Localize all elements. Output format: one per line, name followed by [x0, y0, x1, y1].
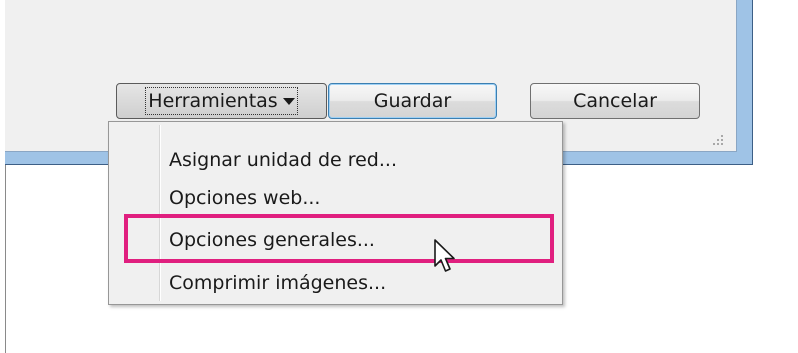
menu-item-map-network-drive[interactable]: Asignar unidad de red... — [169, 149, 397, 171]
menu-icon-gutter-separator — [159, 125, 161, 301]
tools-dropdown-button[interactable]: Herramientas — [116, 83, 327, 119]
save-button-label: Guardar — [373, 90, 452, 112]
mouse-pointer-icon — [434, 239, 455, 272]
tools-dropdown-menu: Asignar unidad de red... Opciones web...… — [108, 121, 563, 305]
menu-item-compress-pictures[interactable]: Comprimir imágenes... — [169, 272, 386, 294]
tools-button-label: Herramientas — [148, 90, 278, 112]
cancel-button[interactable]: Cancelar — [530, 83, 700, 119]
cancel-button-label: Cancelar — [573, 90, 657, 112]
resize-grip-icon[interactable] — [711, 133, 725, 147]
save-button[interactable]: Guardar — [328, 83, 497, 119]
caret-down-icon — [282, 97, 295, 105]
tools-button-focus-ring: Herramientas — [145, 87, 298, 115]
menu-item-web-options[interactable]: Opciones web... — [169, 187, 320, 209]
menu-item-general-options[interactable]: Opciones generales... — [169, 229, 375, 251]
screenshot-stage: Herramientas Guardar Cancelar Asignar un… — [0, 0, 798, 353]
